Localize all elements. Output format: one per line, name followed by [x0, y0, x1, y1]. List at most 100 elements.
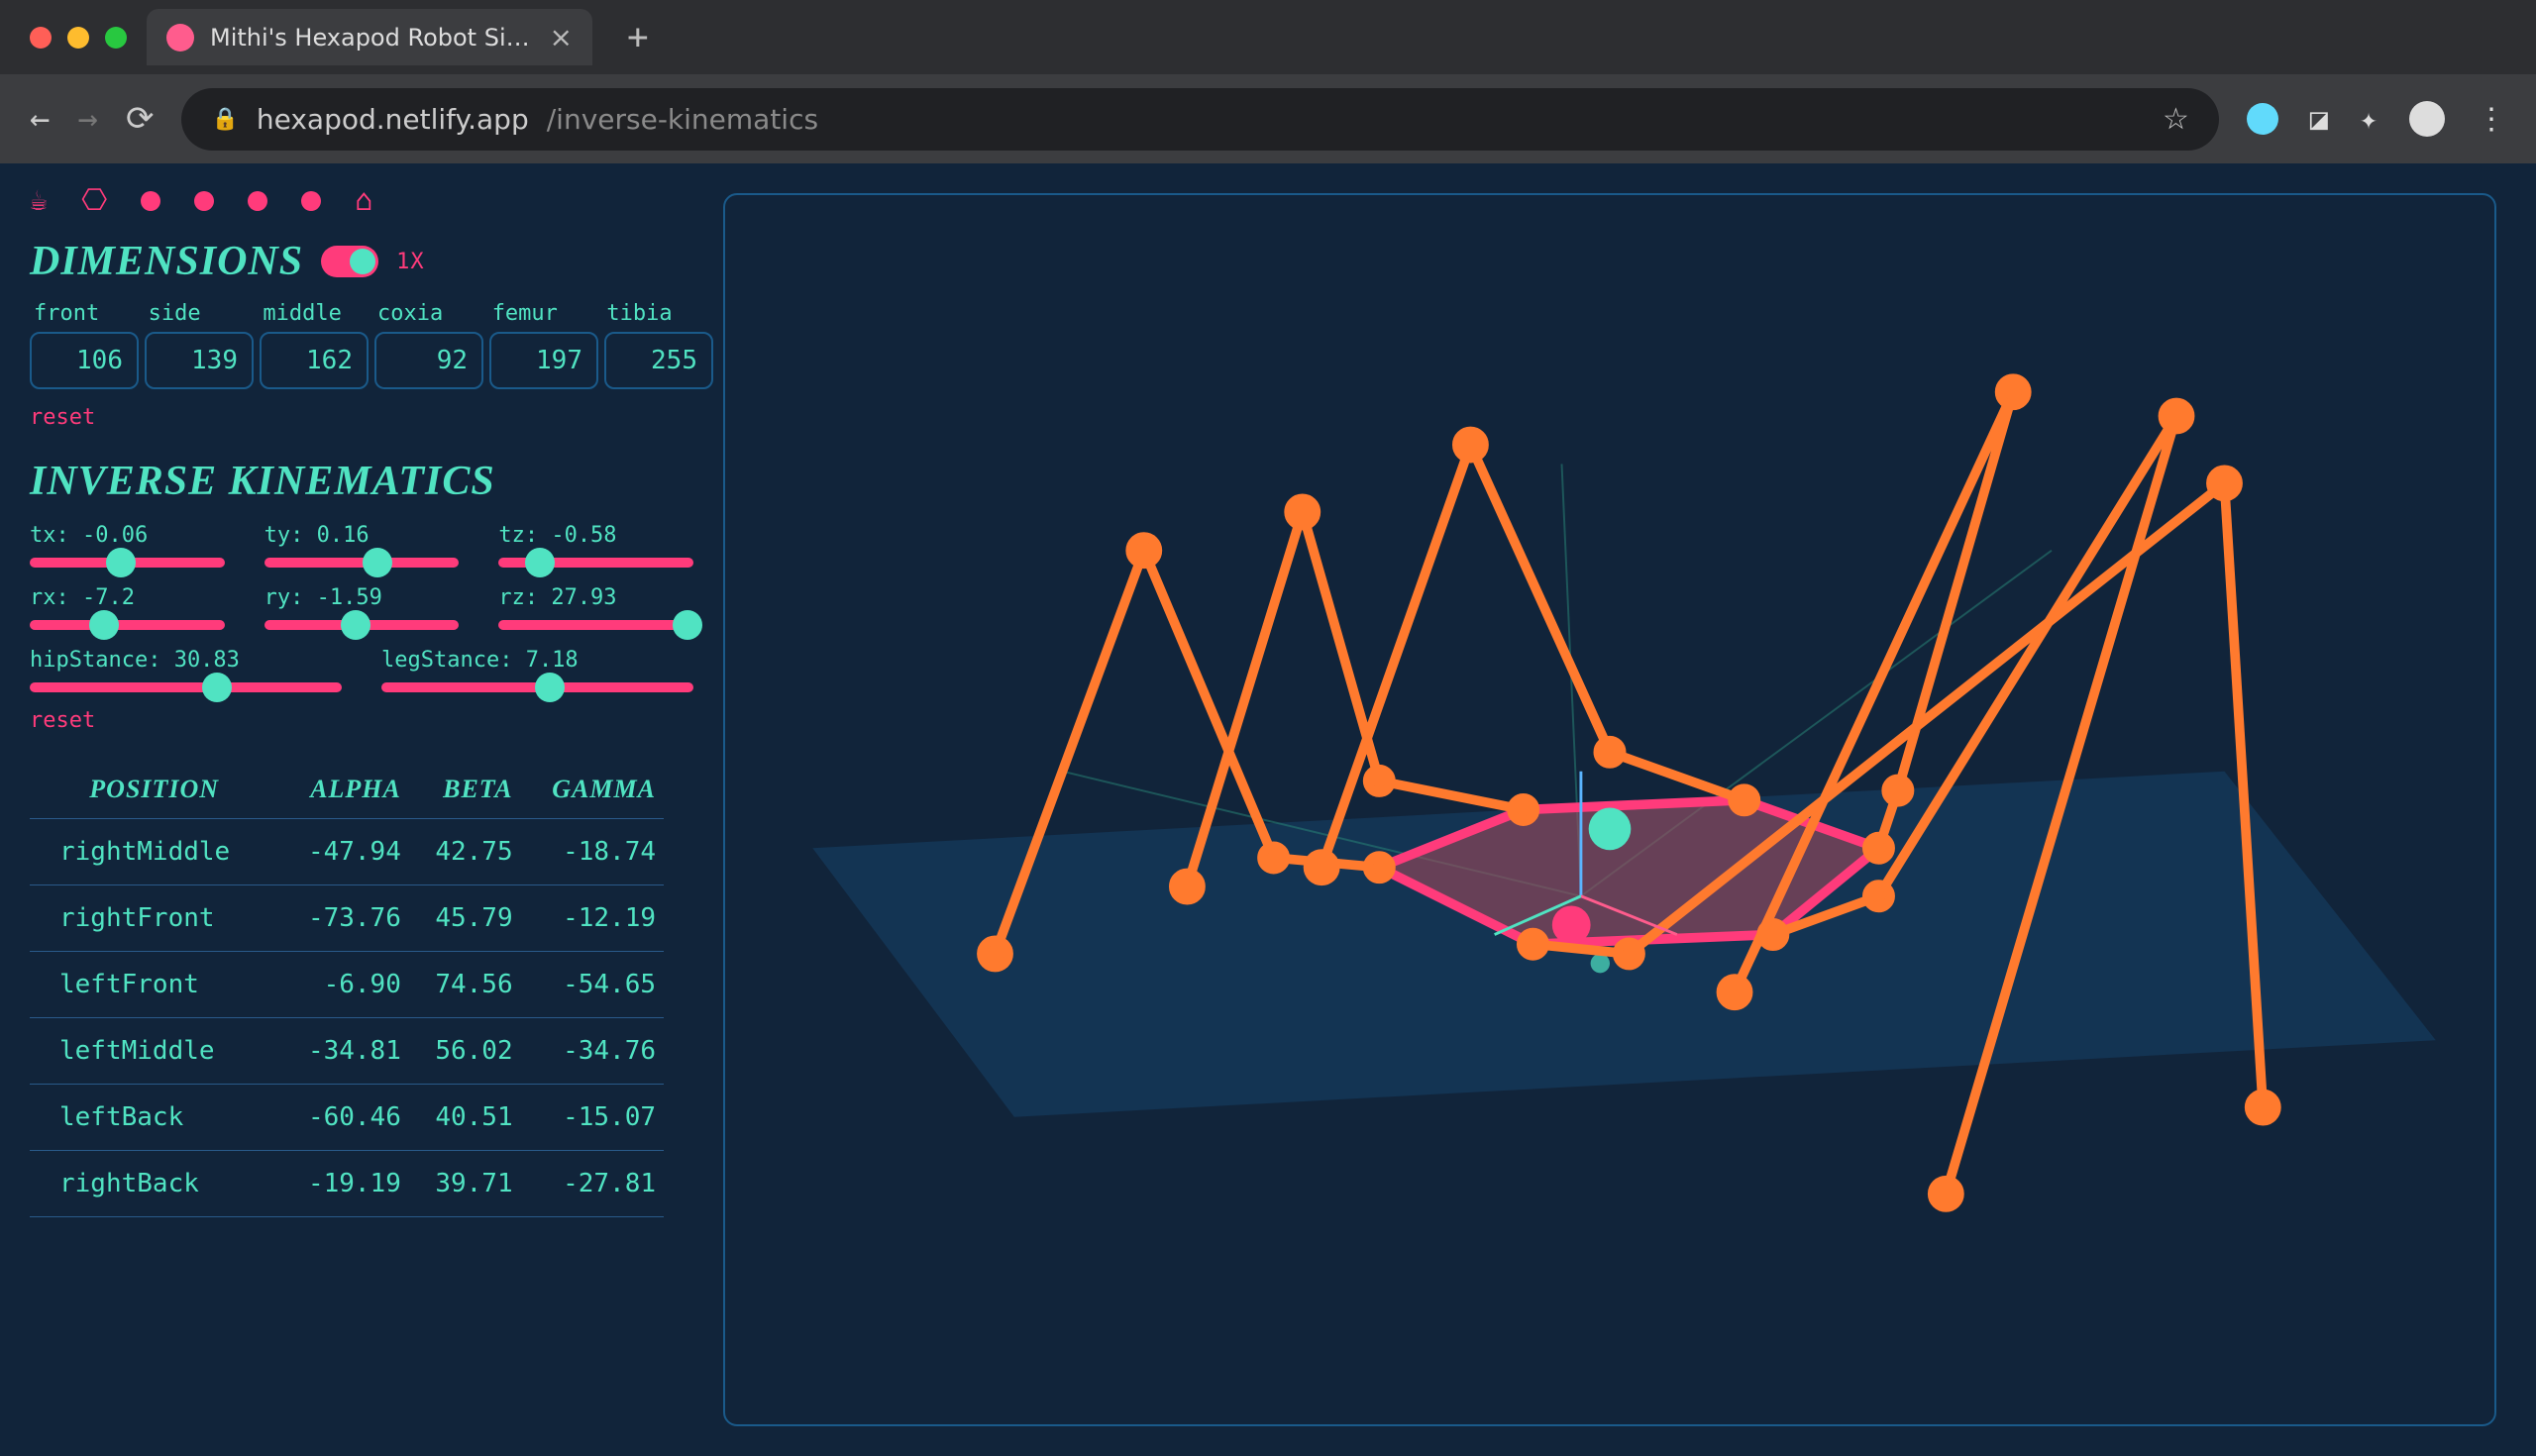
slider-track-tx[interactable]: [30, 558, 225, 568]
dim-input-femur[interactable]: [489, 332, 598, 389]
dim-input-side[interactable]: [145, 332, 254, 389]
slider-row-rotate: rx: -7.2 ry: -1.59 rz: 27.93: [30, 585, 693, 630]
table-row: rightMiddle-47.9442.75-18.74: [30, 819, 664, 885]
url-input[interactable]: 🔒 hexapod.netlify.app/inverse-kinematics…: [181, 88, 2218, 151]
dim-label-front: front: [34, 301, 121, 326]
dimension-inputs: [30, 332, 693, 389]
nav-dot[interactable]: [141, 191, 160, 211]
col-gamma: gamma: [521, 761, 664, 819]
cell-alpha: -6.90: [278, 952, 408, 1018]
slider-rx: rx: -7.2: [30, 585, 225, 630]
dimensions-toggle[interactable]: [321, 246, 378, 277]
dim-input-front[interactable]: [30, 332, 139, 389]
col-position: position: [30, 761, 278, 819]
extension-icons: ◪ ✦ ⋮: [2247, 101, 2506, 137]
table-row: leftFront-6.9074.56-54.65: [30, 952, 664, 1018]
maximize-window-icon[interactable]: [105, 27, 127, 49]
dim-label-tibia: tibia: [606, 301, 693, 326]
cell-alpha: -19.19: [278, 1151, 408, 1217]
slider-hipstance: hipStance: 30.83: [30, 648, 342, 692]
nav-dot[interactable]: [194, 191, 214, 211]
menu-icon[interactable]: ⋮: [2477, 102, 2506, 137]
app-root: ☕ ⎔ ⌂ Dimensions 1x front side middle co…: [0, 163, 2536, 1456]
dimension-labels: front side middle coxia femur tibia: [30, 301, 693, 326]
cell-alpha: -47.94: [278, 819, 408, 885]
cell-gamma: -54.65: [521, 952, 664, 1018]
cell-position: leftMiddle: [30, 1018, 278, 1085]
cell-beta: 56.02: [409, 1018, 521, 1085]
slider-track-ty[interactable]: [264, 558, 460, 568]
slider-ty: ty: 0.16: [264, 523, 460, 568]
col-alpha: alpha: [278, 761, 408, 819]
nav-dot[interactable]: [248, 191, 267, 211]
visualization-panel: [723, 163, 2536, 1456]
slider-thumb[interactable]: [525, 548, 555, 577]
cell-gamma: -18.74: [521, 819, 664, 885]
table-row: leftBack-60.4640.51-15.07: [30, 1085, 664, 1151]
slider-legstance: legStance: 7.18: [381, 648, 693, 692]
browser-tab[interactable]: Mithi's Hexapod Robot Simulat ×: [147, 9, 592, 65]
lock-icon: 🔒: [211, 107, 238, 132]
star-icon[interactable]: ☆: [2163, 102, 2189, 137]
address-bar: ← → ⟳ 🔒 hexapod.netlify.app/inverse-kine…: [0, 74, 2536, 163]
slider-thumb[interactable]: [535, 673, 565, 702]
reload-button[interactable]: ⟳: [126, 99, 155, 139]
slider-track-tz[interactable]: [498, 558, 693, 568]
dim-label-femur: femur: [492, 301, 580, 326]
slider-track-legstance[interactable]: [381, 682, 693, 692]
cell-gamma: -34.76: [521, 1018, 664, 1085]
dimensions-reset-link[interactable]: reset: [30, 405, 95, 430]
nav-dot[interactable]: [301, 191, 321, 211]
close-window-icon[interactable]: [30, 27, 52, 49]
slider-tx: tx: -0.06: [30, 523, 225, 568]
ik-reset-link[interactable]: reset: [30, 708, 95, 733]
cell-gamma: -15.07: [521, 1085, 664, 1151]
cell-gamma: -12.19: [521, 885, 664, 952]
cell-position: rightBack: [30, 1151, 278, 1217]
sidebar: ☕ ⎔ ⌂ Dimensions 1x front side middle co…: [0, 163, 723, 1456]
slider-track-rz[interactable]: [498, 620, 693, 630]
minimize-window-icon[interactable]: [67, 27, 89, 49]
slider-track-hipstance[interactable]: [30, 682, 342, 692]
slider-thumb[interactable]: [363, 548, 392, 577]
slider-thumb[interactable]: [341, 610, 370, 640]
hexapod-svg: [725, 195, 2494, 1424]
browser-chrome: Mithi's Hexapod Robot Simulat × + ← → ⟳ …: [0, 0, 2536, 163]
dim-label-middle: middle: [263, 301, 350, 326]
coffee-icon[interactable]: ☕: [30, 183, 48, 218]
hexapod-3d-view[interactable]: [723, 193, 2496, 1426]
slider-thumb[interactable]: [106, 548, 136, 577]
extension-icon[interactable]: ◪: [2310, 102, 2328, 137]
cell-position: rightMiddle: [30, 819, 278, 885]
nav-row: ☕ ⎔ ⌂: [30, 183, 693, 218]
table-row: leftMiddle-34.8156.02-34.76: [30, 1018, 664, 1085]
cell-position: leftBack: [30, 1085, 278, 1151]
slider-track-ry[interactable]: [264, 620, 460, 630]
profile-icon[interactable]: [2409, 101, 2445, 137]
head-marker: [1552, 905, 1591, 944]
forward-button[interactable]: →: [77, 99, 97, 139]
new-tab-button[interactable]: +: [627, 17, 649, 57]
back-button[interactable]: ←: [30, 99, 50, 139]
window-controls: [30, 27, 127, 49]
slider-thumb[interactable]: [89, 610, 119, 640]
dim-label-coxia: coxia: [377, 301, 465, 326]
url-host: hexapod.netlify.app: [257, 103, 529, 136]
table-row: rightFront-73.7645.79-12.19: [30, 885, 664, 952]
github-icon[interactable]: ⎔: [81, 183, 107, 218]
dim-input-tibia[interactable]: [604, 332, 713, 389]
extensions-puzzle-icon[interactable]: ✦: [2360, 102, 2378, 137]
cell-beta: 40.51: [409, 1085, 521, 1151]
dim-input-middle[interactable]: [260, 332, 369, 389]
slider-track-rx[interactable]: [30, 620, 225, 630]
home-icon[interactable]: ⌂: [355, 183, 372, 218]
slider-ry: ry: -1.59: [264, 585, 460, 630]
close-tab-icon[interactable]: ×: [550, 21, 573, 53]
cell-alpha: -73.76: [278, 885, 408, 952]
react-devtools-icon[interactable]: [2247, 103, 2278, 135]
cog-marker: [1589, 808, 1632, 851]
slider-thumb[interactable]: [673, 610, 702, 640]
slider-thumb[interactable]: [202, 673, 232, 702]
slider-rz: rz: 27.93: [498, 585, 693, 630]
dim-input-coxia[interactable]: [374, 332, 483, 389]
